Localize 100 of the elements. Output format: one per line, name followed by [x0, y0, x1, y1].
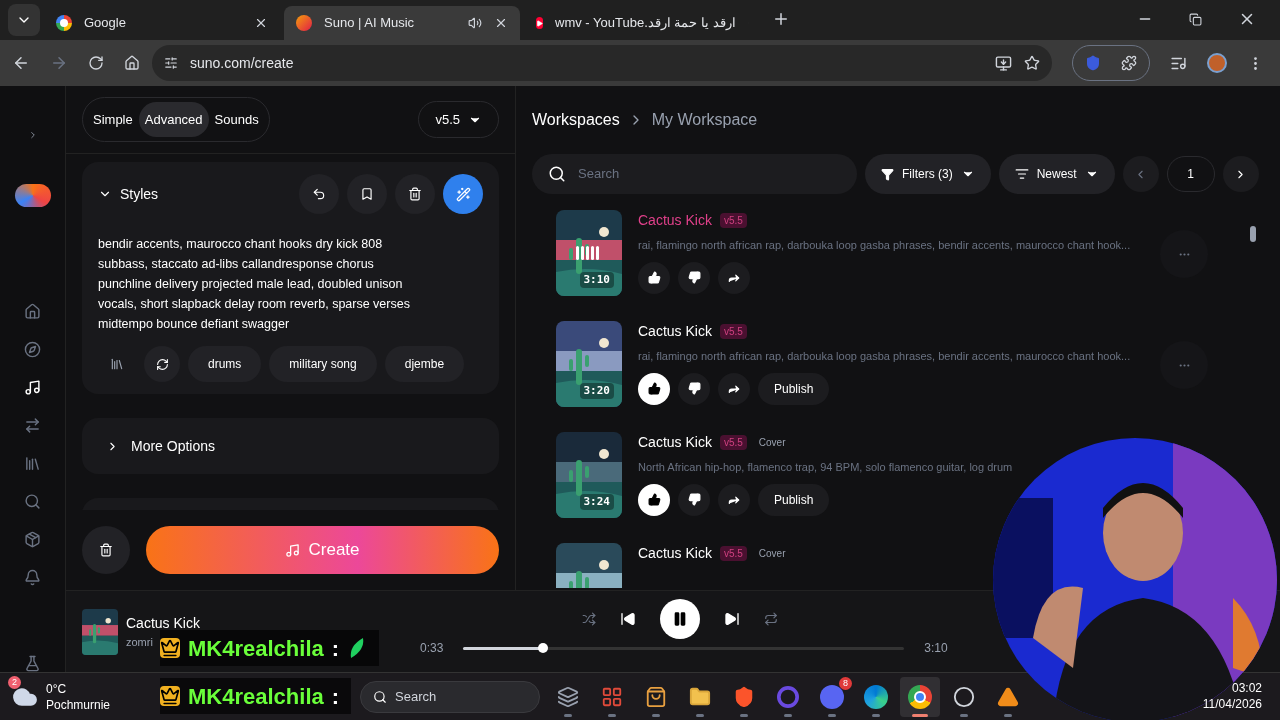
- delete-button[interactable]: [82, 526, 130, 574]
- chat-username: MK4realchila: [188, 634, 324, 663]
- thumbs-up-icon: [647, 271, 661, 284]
- player-title[interactable]: Cactus Kick: [126, 612, 200, 634]
- box-icon[interactable]: [24, 531, 41, 548]
- close-icon[interactable]: [494, 16, 508, 30]
- version-tag: v5.5: [719, 435, 747, 450]
- publish-button[interactable]: Publish: [758, 483, 830, 516]
- taskbar-app[interactable]: [900, 676, 941, 717]
- speaker-icon[interactable]: [468, 16, 482, 30]
- sort-button[interactable]: Newest: [998, 154, 1115, 194]
- compass-icon[interactable]: [24, 341, 41, 358]
- tag-chip[interactable]: djembe: [384, 346, 465, 382]
- like-button[interactable]: [638, 261, 670, 294]
- thumbs-up-icon: [647, 493, 661, 506]
- cone-icon: [997, 685, 1020, 708]
- taskbar-search-field[interactable]: Search: [395, 686, 476, 707]
- search-icon: [373, 689, 388, 704]
- thumbs-down-icon: [687, 271, 701, 284]
- logo-icon: [296, 15, 312, 31]
- site-settings-icon[interactable]: [164, 56, 178, 70]
- search-icon: [548, 165, 566, 183]
- repeat-icon[interactable]: [764, 612, 778, 626]
- notification-badge: 8: [839, 676, 853, 690]
- bookmark-button[interactable]: [347, 174, 387, 214]
- restore-icon[interactable]: [1189, 12, 1202, 26]
- song-title[interactable]: Cactus Kick: [638, 210, 712, 231]
- share-button[interactable]: [718, 261, 750, 294]
- player-artist[interactable]: zomri: [126, 633, 153, 651]
- delete-button[interactable]: [395, 174, 435, 214]
- scrollbar-thumb[interactable]: [1250, 226, 1256, 242]
- dislike-button[interactable]: [678, 372, 710, 405]
- install-icon[interactable]: [995, 54, 1012, 72]
- search-icon[interactable]: [24, 493, 41, 510]
- address-bar[interactable]: suno.com/create: [152, 45, 1052, 81]
- bell-icon[interactable]: [24, 569, 41, 586]
- slider-thumb[interactable]: [537, 643, 548, 653]
- pause-button[interactable]: [660, 599, 700, 639]
- refresh-button[interactable]: [144, 346, 180, 382]
- wave-icon: [864, 684, 889, 709]
- magic-wand-button[interactable]: [443, 174, 483, 214]
- like-button[interactable]: [638, 372, 670, 405]
- taskbar-search[interactable]: Search: [360, 680, 541, 713]
- chat-app-icon: [820, 684, 845, 709]
- back-icon[interactable]: [12, 54, 30, 72]
- music-note-icon[interactable]: [24, 379, 41, 396]
- playing-bars-icon: [576, 246, 599, 260]
- song-description: rai, flamingo north african rap, darbouka loop gasba phrases, bendir accents, maurocco chant hook...: [638, 349, 1131, 364]
- close-icon[interactable]: [254, 16, 268, 30]
- tab-search-button[interactable]: [8, 4, 40, 36]
- song-description: North African hip-hop, flamenco trap, 94 BPM, solo flamenco guitar, log drum: [638, 460, 1013, 475]
- shuffle-icon[interactable]: [582, 612, 596, 626]
- tag-chip[interactable]: drums: [188, 346, 262, 382]
- dislike-button[interactable]: [678, 261, 710, 294]
- duration: 3:20: [579, 382, 614, 399]
- share-button[interactable]: [718, 483, 750, 516]
- new-tab-icon[interactable]: [772, 10, 790, 28]
- reload-icon[interactable]: [88, 55, 104, 71]
- library-icon[interactable]: [110, 357, 124, 371]
- dislike-button[interactable]: [678, 483, 710, 516]
- pause-icon: [672, 611, 688, 627]
- song-title[interactable]: Cactus Kick: [638, 432, 712, 453]
- styles-text[interactable]: bendir accents, maurocco chant hooks dry kick 808 subbass, staccato ad-libs callandresponse chorus punchline delivery projected male lead, doubled unison vocals, short slapback delay room reverb, sparse verses midtempo bounce defiant swagger: [98, 234, 483, 334]
- browser-tab[interactable]: Google: [44, 6, 280, 40]
- avatar-icon[interactable]: [1207, 53, 1227, 73]
- elapsed-time: 0:33: [420, 640, 444, 657]
- browser-tab[interactable]: Suno | AI Music: [284, 6, 520, 40]
- share-button[interactable]: [718, 372, 750, 405]
- undo-button[interactable]: [299, 174, 339, 214]
- star-icon[interactable]: [1024, 55, 1040, 71]
- breadcrumb-link[interactable]: Workspaces: [532, 108, 620, 132]
- search-field[interactable]: Search: [578, 164, 841, 184]
- filters-button[interactable]: Filters (3): [865, 154, 991, 194]
- previous-icon[interactable]: [620, 611, 636, 627]
- puzzle-icon[interactable]: [1121, 55, 1137, 71]
- browser-tab[interactable]: ارقد يا حمة ارقد.wmv - YouTube: [524, 6, 760, 40]
- home-icon[interactable]: [24, 303, 41, 320]
- ring-icon: [777, 685, 800, 708]
- library-icon[interactable]: [24, 455, 41, 472]
- taskbar-app[interactable]: 8: [812, 676, 853, 717]
- song-title[interactable]: Cactus Kick: [638, 321, 712, 342]
- more-options-card[interactable]: More Options: [82, 418, 499, 474]
- tag-chip[interactable]: military song: [269, 346, 377, 382]
- song-title[interactable]: Cactus Kick: [638, 543, 712, 564]
- next-icon[interactable]: [724, 611, 740, 627]
- bookmark-icon: [360, 187, 374, 201]
- search-bar[interactable]: Search: [532, 154, 857, 194]
- crown-icon: [160, 638, 180, 658]
- mode-tab[interactable]: Advanced: [138, 101, 209, 138]
- like-button[interactable]: [638, 483, 670, 516]
- refresh-icon: [155, 357, 169, 371]
- total-time: 3:10: [924, 640, 948, 657]
- publish-button[interactable]: Publish: [758, 372, 830, 405]
- arrows-icon[interactable]: [24, 417, 41, 434]
- folder-icon: [689, 685, 712, 708]
- flask-icon[interactable]: [24, 655, 41, 672]
- mode-tab[interactable]: Sounds: [208, 101, 265, 138]
- logo-icon[interactable]: [14, 184, 51, 207]
- song-description: rai, flamingo north african rap, darbouka loop gasba phrases, bendir accents, maurocco chant hook...: [638, 238, 1131, 253]
- mode-tab[interactable]: Simple: [87, 101, 139, 138]
